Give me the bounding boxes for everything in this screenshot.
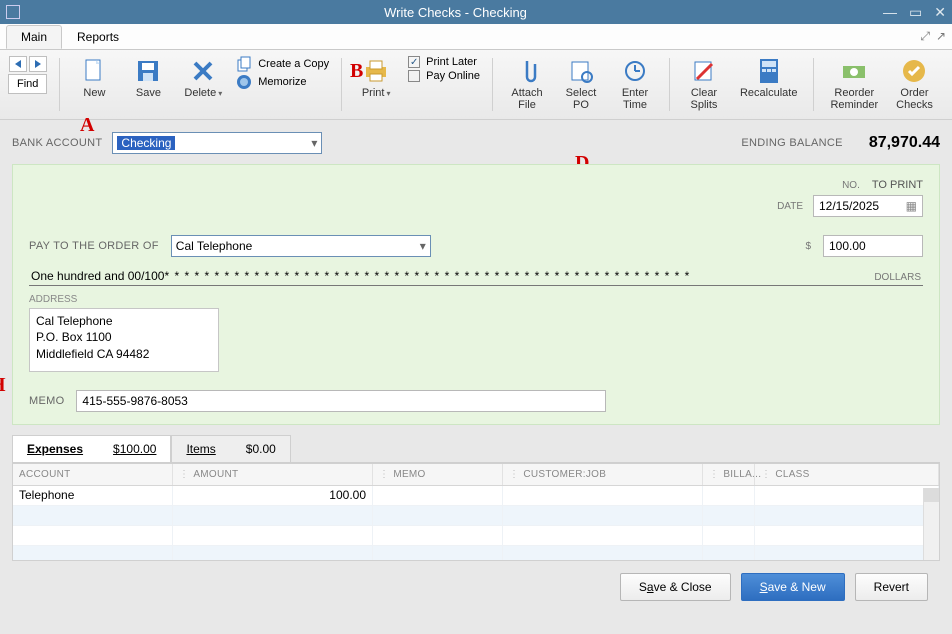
memorize-icon: [236, 74, 252, 90]
memo-label: MEMO: [29, 395, 64, 407]
pay-to-label: PAY TO THE ORDER OF: [29, 240, 159, 252]
sysmenu-icon[interactable]: [6, 5, 20, 19]
print-button[interactable]: Print: [354, 56, 398, 101]
print-icon: [363, 58, 389, 84]
vertical-scrollbar[interactable]: [923, 488, 939, 560]
new-button[interactable]: New: [72, 56, 116, 101]
print-later-checkbox[interactable]: ✓ Print Later: [408, 56, 480, 68]
tab-reports[interactable]: Reports: [62, 25, 134, 49]
ending-balance-value: 87,970.44: [869, 134, 940, 152]
expenses-grid[interactable]: ACCOUNT AMOUNT MEMO CUSTOMER:JOB BILLA..…: [12, 463, 940, 561]
check-amount-input[interactable]: 100.00: [823, 235, 923, 257]
pay-to-dropdown[interactable]: Cal Telephone ▾: [171, 235, 431, 257]
dollars-label: DOLLARS: [870, 272, 921, 283]
chevron-down-icon: ▾: [420, 239, 426, 253]
reminder-icon: [841, 58, 867, 84]
expand-icon[interactable]: ⤢: [920, 29, 930, 44]
select-po-button[interactable]: Select PO: [559, 56, 603, 113]
bank-account-label: BANK ACCOUNT: [12, 137, 102, 149]
amount-symbol: $: [805, 241, 811, 252]
popout-icon[interactable]: ↗: [936, 29, 946, 44]
col-customer[interactable]: CUSTOMER:JOB: [503, 464, 703, 485]
col-amount[interactable]: AMOUNT: [173, 464, 373, 485]
tab-main[interactable]: Main: [6, 25, 62, 49]
menubar: Main Reports ⤢ ↗: [0, 24, 952, 50]
calendar-icon[interactable]: ▦: [906, 199, 917, 213]
next-record-button[interactable]: [29, 56, 47, 72]
save-close-button[interactable]: Save & Close: [620, 573, 731, 601]
order-checks-icon: [901, 58, 927, 84]
reorder-reminder-button[interactable]: Reorder Reminder: [826, 56, 882, 113]
split-tabs: Expenses $100.00 Items $0.00: [12, 435, 940, 463]
select-po-icon: [568, 58, 594, 84]
save-button[interactable]: Save: [126, 56, 170, 101]
checkbox-checked-icon: ✓: [408, 56, 420, 68]
maximize-button[interactable]: ▭: [909, 4, 922, 21]
check-panel: NO. TO PRINT DATE 12/15/2025 ▦ PAY TO TH…: [12, 164, 940, 425]
address-label: ADDRESS: [29, 294, 923, 305]
memo-input[interactable]: 415-555-9876-8053: [76, 390, 606, 412]
delete-icon: [190, 58, 216, 84]
ending-balance-label: ENDING BALANCE: [741, 137, 842, 149]
revert-button[interactable]: Revert: [855, 573, 928, 601]
enter-time-button[interactable]: Enter Time: [613, 56, 657, 113]
col-memo[interactable]: MEMO: [373, 464, 503, 485]
grid-row[interactable]: [13, 506, 939, 526]
bank-account-dropdown[interactable]: Checking ▾: [112, 132, 322, 154]
check-no-label: NO.: [842, 180, 860, 191]
delete-button[interactable]: Delete: [180, 56, 226, 101]
checkbox-unchecked-icon: [408, 70, 420, 82]
attach-file-button[interactable]: Attach File: [505, 56, 549, 113]
clear-splits-button[interactable]: Clear Splits: [682, 56, 726, 113]
memorize-button[interactable]: Memorize: [236, 74, 329, 90]
chevron-down-icon: ▾: [311, 136, 317, 150]
toolbar: Find New Save Delete Create a Copy Memor…: [0, 50, 952, 120]
pay-online-checkbox[interactable]: Pay Online: [408, 70, 480, 82]
titlebar: Write Checks - Checking — ▭ ✕: [0, 0, 952, 24]
col-class[interactable]: CLASS: [755, 464, 939, 485]
clock-icon: [622, 58, 648, 84]
order-checks-button[interactable]: Order Checks: [892, 56, 937, 113]
grid-row[interactable]: [13, 526, 939, 546]
check-no-value: TO PRINT: [872, 179, 923, 191]
calculator-icon: [756, 58, 782, 84]
recalculate-button[interactable]: Recalculate: [736, 56, 801, 101]
window-title: Write Checks - Checking: [28, 5, 883, 20]
annotation-h: H: [0, 374, 6, 397]
check-date-input[interactable]: 12/15/2025 ▦: [813, 195, 923, 217]
new-icon: [81, 58, 107, 84]
grid-row[interactable]: [13, 546, 939, 561]
prev-record-button[interactable]: [9, 56, 27, 72]
grid-row[interactable]: Telephone 100.00: [13, 486, 939, 506]
tab-expenses[interactable]: Expenses $100.00: [12, 435, 171, 462]
find-button[interactable]: Find: [8, 74, 47, 94]
col-billable[interactable]: BILLA...: [703, 464, 755, 485]
close-button[interactable]: ✕: [934, 4, 946, 21]
save-icon: [135, 58, 161, 84]
minimize-button[interactable]: —: [883, 4, 897, 21]
tab-items[interactable]: Items $0.00: [171, 435, 290, 462]
address-textarea[interactable]: Cal Telephone P.O. Box 1100 Middlefield …: [29, 308, 219, 372]
clear-splits-icon: [691, 58, 717, 84]
copy-icon: [236, 56, 252, 72]
amount-words: One hundred and 00/100: [31, 269, 164, 283]
col-account[interactable]: ACCOUNT: [13, 464, 173, 485]
create-copy-button[interactable]: Create a Copy: [236, 56, 329, 72]
save-new-button[interactable]: Save & New: [741, 573, 845, 601]
check-date-label: DATE: [777, 201, 803, 212]
paperclip-icon: [514, 58, 540, 84]
